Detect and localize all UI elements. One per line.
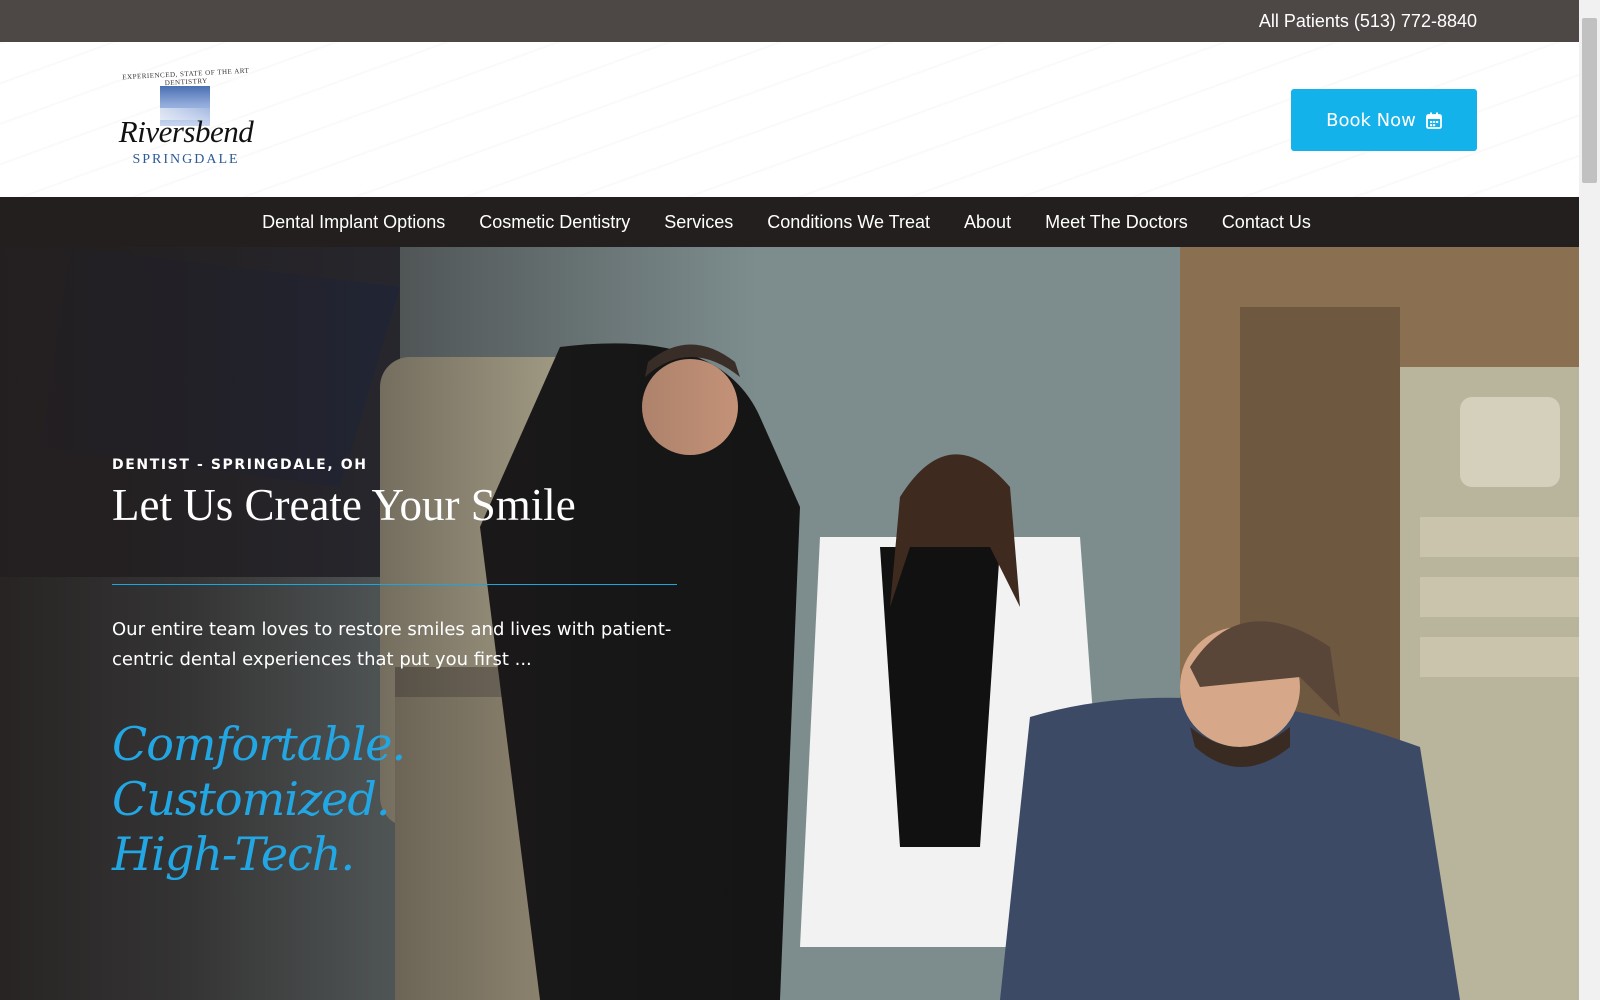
logo-sub: SPRINGDALE: [132, 152, 240, 167]
hero-tagline-line-1: Comfortable. Customized.: [112, 717, 406, 826]
nav-item-meet-the-doctors[interactable]: Meet The Doctors: [1045, 212, 1188, 233]
calendar-icon: [1425, 112, 1442, 129]
site-header: EXPERIENCED, STATE OF THE ART DENTISTRY …: [0, 42, 1579, 197]
logo-brand: Riversbend: [118, 114, 254, 149]
nav-item-cosmetic-dentistry[interactable]: Cosmetic Dentistry: [479, 212, 630, 233]
logo[interactable]: EXPERIENCED, STATE OF THE ART DENTISTRY …: [104, 67, 268, 174]
hero-divider: [112, 584, 677, 585]
hero-body: Our entire team loves to restore smiles …: [112, 619, 672, 670]
scrollbar-thumb[interactable]: [1582, 18, 1597, 183]
nav-item-services[interactable]: Services: [664, 212, 733, 233]
hero-tagline: Comfortable. Customized. High-Tech.: [112, 717, 672, 882]
hero-section: DENTIST - SPRINGDALE, OH Let Us Create Y…: [0, 247, 1579, 1000]
page-scrollbar[interactable]: [1579, 0, 1600, 1000]
hero-eyebrow: DENTIST - SPRINGDALE, OH: [112, 457, 368, 473]
hero-headline: Let Us Create Your Smile: [112, 480, 576, 530]
nav-item-about[interactable]: About: [964, 212, 1011, 233]
top-bar: All Patients (513) 772-8840: [0, 0, 1579, 42]
book-now-button[interactable]: Book Now: [1291, 89, 1477, 151]
book-now-label: Book Now: [1326, 109, 1416, 131]
nav-item-conditions-we-treat[interactable]: Conditions We Treat: [767, 212, 930, 233]
main-nav: Dental Implant Options Cosmetic Dentistr…: [0, 197, 1579, 247]
phone-link[interactable]: All Patients (513) 772-8840: [1259, 11, 1477, 32]
hero-tagline-line-2: High-Tech.: [112, 827, 355, 881]
nav-item-dental-implant-options[interactable]: Dental Implant Options: [262, 212, 445, 233]
nav-item-contact-us[interactable]: Contact Us: [1222, 212, 1311, 233]
